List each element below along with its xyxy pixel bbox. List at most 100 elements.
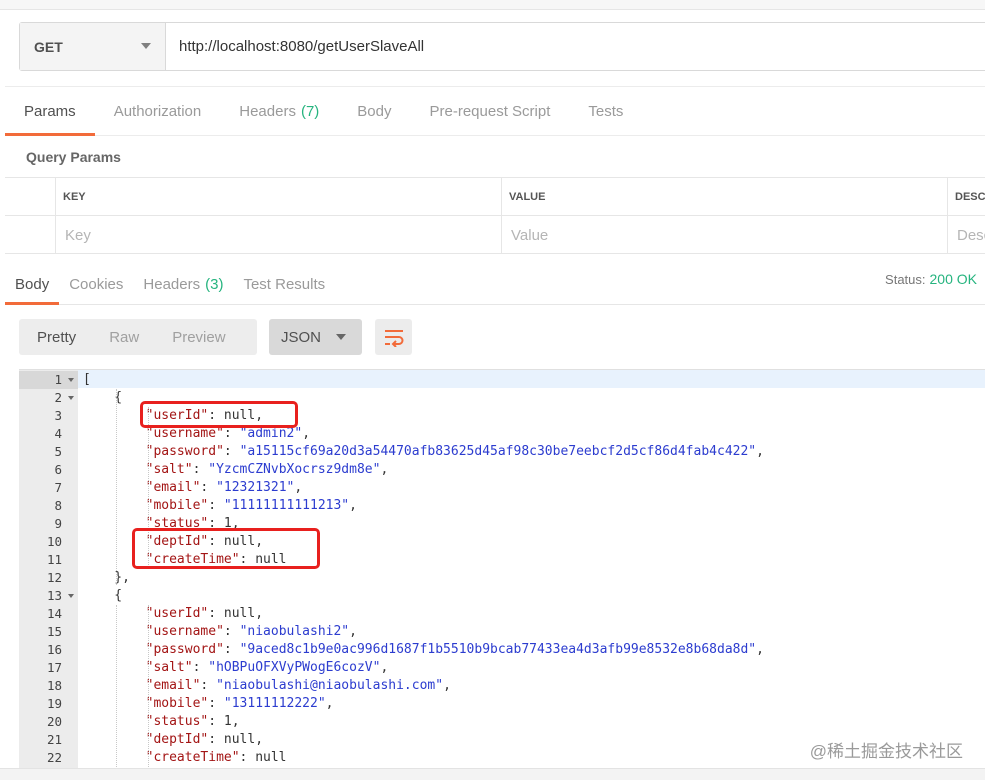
json-punct: , (756, 642, 764, 657)
language-select[interactable]: JSON (269, 319, 362, 355)
tab-test-results[interactable]: Test Results (233, 265, 335, 304)
json-punct: : (223, 624, 240, 639)
line-number: 20 (46, 714, 62, 729)
code-line: "email": "niaobulashi@niaobulashi.com", (83, 677, 451, 695)
value-input[interactable]: Value (502, 216, 948, 254)
row-gutter (5, 178, 56, 215)
tab-headers[interactable]: Headers (7) (220, 87, 338, 135)
tab-params[interactable]: Params (5, 87, 95, 136)
json-punct: : null, (208, 606, 264, 621)
key-input[interactable]: Key (56, 216, 502, 254)
url-input[interactable]: http://localhost:8080/getUserSlaveAll (166, 23, 985, 70)
code-line: "mobile": "13111112222", (83, 695, 334, 713)
json-key: "mobile" (145, 696, 209, 711)
line-number: 1 (19, 371, 78, 389)
line-number: 9 (54, 516, 62, 531)
line-number: 12 (46, 570, 62, 585)
line-number: 8 (54, 498, 62, 513)
json-punct: : 1, (208, 714, 240, 729)
json-punct (83, 408, 146, 423)
json-punct: : (223, 426, 240, 441)
indent-guide (148, 605, 149, 769)
json-key: "email" (145, 678, 201, 693)
wrap-lines-button[interactable] (375, 319, 412, 355)
line-number: 6 (54, 462, 62, 477)
json-punct: : (208, 498, 224, 513)
raw-button[interactable]: Raw (91, 329, 139, 346)
json-punct: }, (83, 570, 130, 585)
response-tabs: Body Cookies Headers (3) Test Results (5, 265, 985, 305)
json-key: "mobile" (145, 498, 209, 513)
json-string: "11111111111213" (223, 498, 350, 513)
json-punct: , (294, 480, 303, 495)
response-body-editor[interactable]: 1[2 {3 "userId": null, 4 "username": "adm… (19, 369, 985, 769)
json-key: "password" (145, 642, 224, 657)
json-punct (83, 642, 146, 657)
method-select[interactable]: GET (20, 23, 166, 70)
tab-pre-request-script[interactable]: Pre-request Script (411, 87, 570, 135)
fold-toggle-icon[interactable] (68, 594, 74, 598)
status-badge: 200 OK (929, 271, 977, 287)
code-line: "deptId": null, (83, 731, 263, 749)
line-number: 2 (19, 389, 78, 407)
bottom-strip (0, 768, 985, 780)
tab-response-body[interactable]: Body (5, 265, 60, 305)
top-bar (0, 0, 985, 10)
fold-toggle-icon[interactable] (68, 378, 74, 382)
json-punct: , (349, 498, 357, 513)
line-number: 3 (54, 408, 62, 423)
pretty-button[interactable]: Pretty (19, 329, 76, 346)
tab-body[interactable]: Body (338, 87, 410, 135)
indent-guide (116, 389, 117, 585)
json-punct (83, 480, 146, 495)
json-punct: : (192, 660, 209, 675)
language-label: JSON (281, 328, 322, 346)
json-punct: , (756, 444, 764, 459)
tab-tests[interactable]: Tests (569, 87, 642, 135)
tab-label: Body (357, 102, 392, 120)
line-number: 10 (46, 534, 62, 549)
json-punct: [ (83, 372, 91, 387)
json-key: "salt" (145, 462, 193, 477)
preview-button[interactable]: Preview (154, 329, 225, 346)
query-params-table: KEY VALUE DESCRIPTION Key Value Descript… (5, 177, 985, 254)
json-punct: : null (239, 750, 287, 765)
json-string: "9aced8c1b9e0ac996d1687f1b5510b9bcab7743… (239, 642, 757, 657)
json-punct: , (325, 696, 334, 711)
column-description: DESCRIPTION (955, 190, 985, 203)
line-number: 11 (46, 552, 62, 567)
line-number: 21 (46, 732, 62, 747)
table-header: KEY VALUE DESCRIPTION (5, 178, 985, 216)
tab-label: Headers (143, 276, 201, 293)
tab-authorization[interactable]: Authorization (95, 87, 221, 135)
json-string: "niaobulashi2" (239, 624, 350, 639)
tab-label: Test Results (243, 276, 326, 293)
code-line: "password": "a15115cf69a20d3a54470afb836… (83, 443, 764, 461)
tab-label: Tests (588, 102, 624, 120)
line-number: 17 (46, 660, 62, 675)
json-key: "salt" (145, 660, 193, 675)
line-number: 19 (46, 696, 62, 711)
tab-label: Headers (239, 102, 296, 120)
tab-response-headers[interactable]: Headers (3) (133, 265, 233, 304)
fold-toggle-icon[interactable] (68, 396, 74, 400)
json-punct: : (223, 444, 240, 459)
tab-label: Cookies (69, 276, 124, 293)
line-number: 4 (54, 426, 62, 441)
json-punct: : null, (208, 732, 264, 747)
highlight-box-deptid-createtime (132, 528, 320, 569)
json-punct (83, 660, 146, 675)
json-string: "13111112222" (223, 696, 326, 711)
status-label: Status: (885, 272, 926, 287)
json-punct (83, 732, 146, 747)
tab-cookies[interactable]: Cookies (59, 265, 133, 304)
description-input[interactable]: Description (948, 216, 985, 254)
json-key: "userId" (145, 606, 209, 621)
json-punct (83, 696, 146, 711)
code-line: "password": "9aced8c1b9e0ac996d1687f1b55… (83, 641, 764, 659)
active-line-highlight (78, 370, 985, 388)
json-key: "email" (145, 480, 201, 495)
code-line: "status": 1, (83, 713, 240, 731)
table-row: Key Value Description (5, 216, 985, 254)
json-key: "password" (145, 444, 224, 459)
